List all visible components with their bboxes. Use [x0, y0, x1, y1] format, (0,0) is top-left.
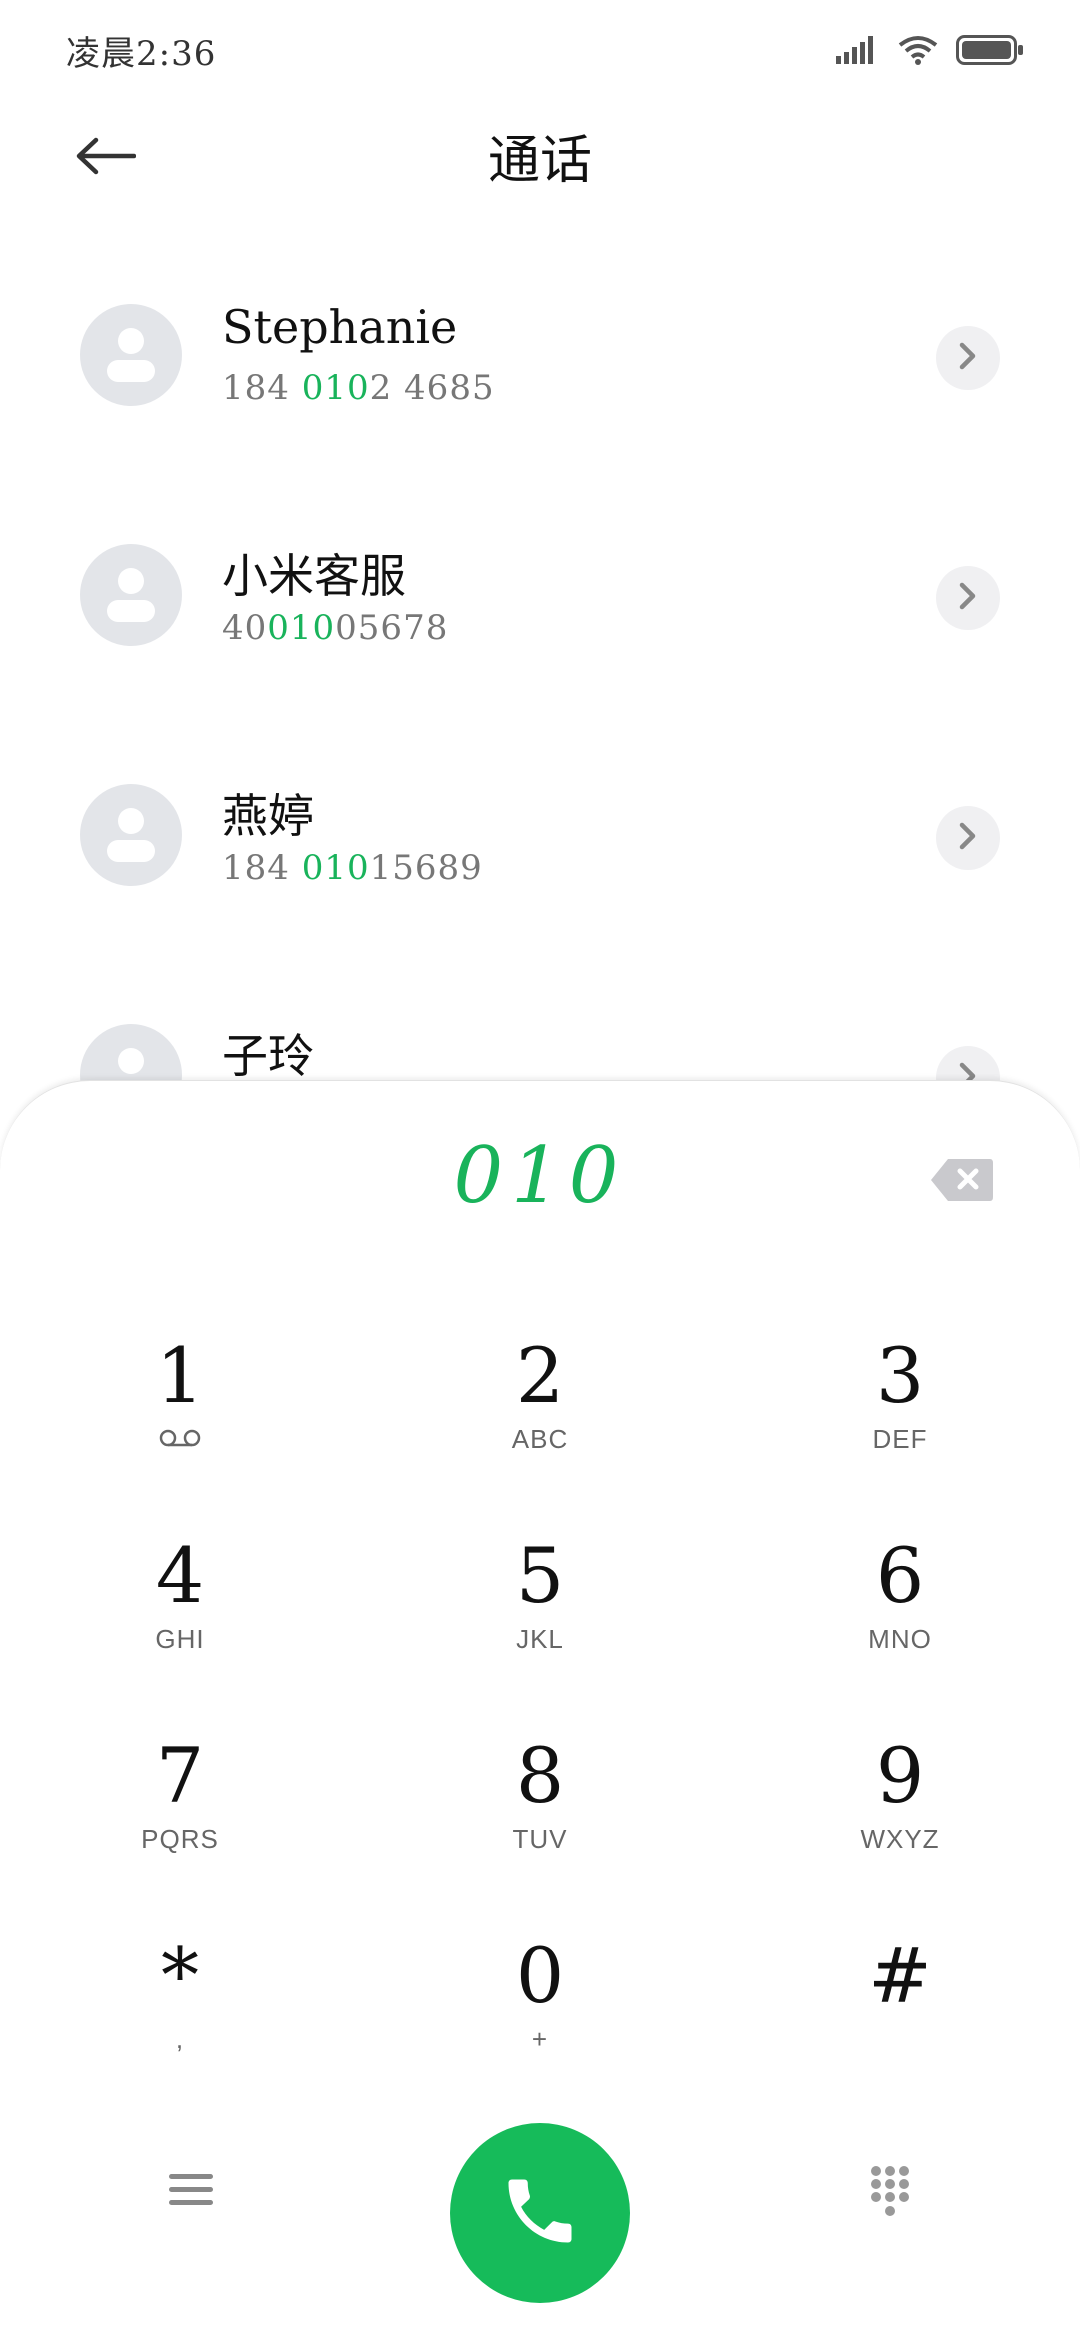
key-star[interactable]: * , — [60, 1931, 300, 2091]
contact-name: 小米客服 — [222, 549, 406, 603]
phone-icon — [498, 2169, 582, 2257]
chevron-right-icon — [957, 821, 979, 855]
contact-name: 燕婷 — [222, 789, 314, 843]
status-icons — [836, 30, 1024, 70]
status-time: 凌晨2:36 — [66, 34, 217, 74]
call-button[interactable] — [450, 2123, 630, 2303]
chevron-right-icon — [957, 581, 979, 615]
number-match-highlight: 010 — [267, 608, 336, 648]
key-6[interactable]: 6 MNO — [780, 1531, 1020, 1691]
app-header: 通话 — [0, 100, 1080, 210]
contact-detail-button[interactable] — [936, 566, 1000, 630]
page-title: 通话 — [487, 131, 592, 191]
key-1[interactable]: 1 — [60, 1331, 300, 1491]
key-8[interactable]: 8 TUV — [420, 1731, 660, 1891]
avatar — [80, 304, 182, 406]
dialed-number-display[interactable]: 010 — [0, 1131, 1080, 1221]
key-0[interactable]: 0 + — [420, 1931, 660, 2091]
menu-button[interactable] — [160, 2161, 222, 2223]
key-7[interactable]: 7 PQRS — [60, 1731, 300, 1891]
voicemail-icon — [60, 1421, 300, 1457]
contact-row[interactable]: 小米客服 4001005678 — [0, 510, 1080, 750]
contact-detail-button[interactable] — [936, 326, 1000, 390]
avatar — [80, 544, 182, 646]
battery-icon — [956, 35, 1024, 65]
dialpad-sheet: 010 1 2 ABC 3 DEF 4 GHI 5 JKL 6 MNO 7 PQ… — [0, 1080, 1080, 2340]
dialer-bottom-bar — [0, 2101, 1080, 2303]
number-match-highlight: 010 — [301, 848, 370, 888]
backspace-icon — [930, 1159, 994, 1207]
status-bar: 凌晨2:36 — [0, 0, 1080, 100]
contact-detail-button[interactable] — [936, 806, 1000, 870]
number-match-highlight: 010 — [301, 368, 370, 408]
contact-name: 子玲 — [222, 1029, 314, 1083]
contact-row[interactable]: 燕婷 184 01015689 — [0, 750, 1080, 990]
key-hash[interactable]: # — [780, 1931, 1020, 2091]
avatar — [80, 784, 182, 886]
contact-number: 184 0102 4685 — [222, 368, 495, 408]
key-3[interactable]: 3 DEF — [780, 1331, 1020, 1491]
contact-row[interactable]: Stephanie 184 0102 4685 — [0, 270, 1080, 510]
dialpad-toggle-button[interactable] — [858, 2153, 922, 2233]
key-9[interactable]: 9 WXYZ — [780, 1731, 1020, 1891]
signal-icon — [836, 36, 880, 64]
hamburger-menu-icon — [169, 2170, 213, 2214]
contact-number: 4001005678 — [222, 608, 449, 648]
contact-number: 184 01015689 — [222, 848, 483, 888]
contact-name: Stephanie — [222, 300, 458, 354]
key-5[interactable]: 5 JKL — [420, 1531, 660, 1691]
backspace-button[interactable] — [930, 1157, 994, 1203]
wifi-icon — [898, 35, 938, 65]
key-2[interactable]: 2 ABC — [420, 1331, 660, 1491]
chevron-right-icon — [957, 341, 979, 375]
key-4[interactable]: 4 GHI — [60, 1531, 300, 1691]
dialer-screen: 凌晨2:36 通话 Stephanie 184 0102 4685 小米客服 4… — [0, 0, 1080, 2340]
dialpad-icon — [868, 2163, 912, 2223]
